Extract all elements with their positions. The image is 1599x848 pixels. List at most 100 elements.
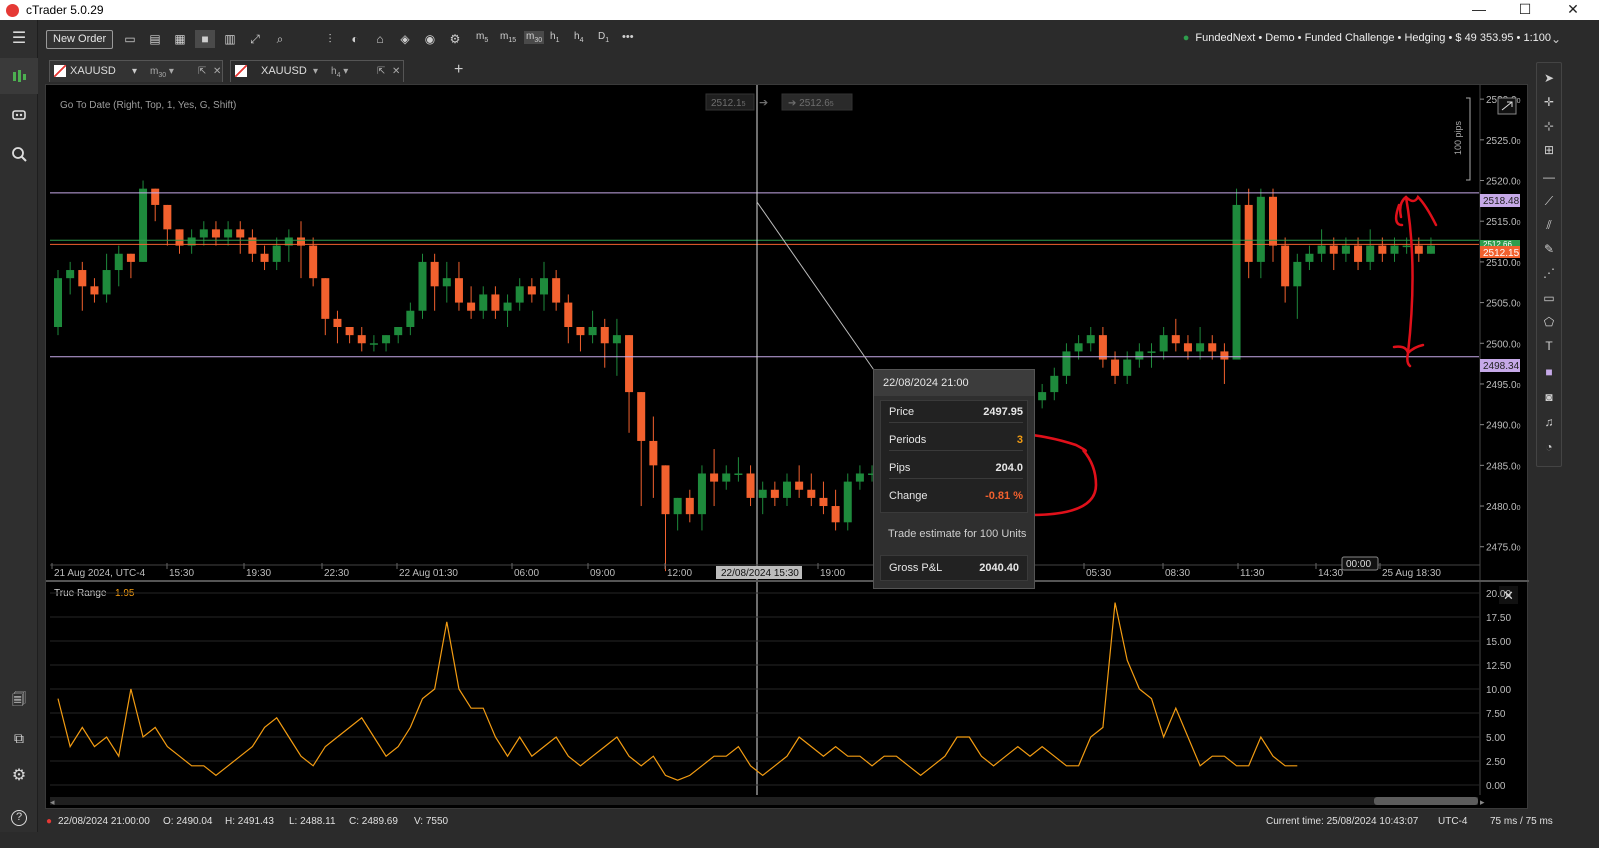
close-tab-icon[interactable]: ✕ <box>213 61 221 82</box>
scroll-left-icon[interactable]: ◂ <box>50 797 55 807</box>
settings-gear-icon[interactable]: ⚙ <box>445 30 465 48</box>
analyze-icon[interactable] <box>0 136 38 172</box>
pencil-icon[interactable]: ✎ <box>1537 242 1561 256</box>
bot-icon[interactable]: ⌂ <box>370 30 390 48</box>
camera-icon[interactable]: ◙ <box>1537 390 1561 404</box>
new-order-button[interactable]: New Order <box>46 30 114 49</box>
add-tab-button[interactable]: + <box>454 60 463 80</box>
fibonacci-icon[interactable]: ⋰ <box>1537 266 1561 280</box>
toolbar: New Order ▭ ▤ ▦ ■ ▥ ⤢ ⌕ ⫶ ◐ ⌂ ◈ ◉ ⚙ m5 m… <box>38 20 1599 58</box>
candle-body <box>369 343 378 345</box>
channel-icon[interactable]: ⫽ <box>1537 218 1561 233</box>
measure-icon[interactable]: ⊞ <box>1537 143 1561 157</box>
grid-icon[interactable]: ▦ <box>170 30 190 48</box>
bottom-strip <box>0 832 1599 848</box>
latency: 75 ms / 75 ms <box>1490 816 1553 827</box>
horizontal-scrollbar-thumb[interactable] <box>1374 797 1478 805</box>
close-tab-icon[interactable]: ✕ <box>392 61 400 82</box>
hline-upper-price: 2518.48 <box>1483 196 1520 207</box>
maximize-button[interactable]: ☐ <box>1502 0 1548 20</box>
menu-icon[interactable]: ☰ <box>0 21 38 57</box>
single-chart-icon[interactable]: ■ <box>195 30 215 48</box>
minimize-button[interactable]: — <box>1456 0 1502 20</box>
tab-xauusd-h4[interactable]: XAUUSD ▾ h4 ▾ ⇱ ✕ <box>230 60 404 82</box>
x-tick-label: 25 Aug 18:30 <box>1382 568 1441 579</box>
hline-icon[interactable]: — <box>1537 170 1561 184</box>
timeframe-m15[interactable]: m15 <box>500 31 516 44</box>
x-tick-label: 06:00 <box>514 568 539 579</box>
candle-body <box>758 489 767 498</box>
candle-body <box>795 481 804 490</box>
scale-bracket <box>1466 97 1471 181</box>
tooltip-price-row: Price 2497.95 <box>889 401 1023 423</box>
timeframe-m30[interactable]: m30 <box>524 31 545 44</box>
y-tick-main: 2510.0 <box>1486 258 1517 269</box>
help-icon[interactable]: ? <box>0 798 38 834</box>
horizontal-scrollbar-track[interactable] <box>50 797 1478 805</box>
candle-body <box>783 481 791 498</box>
account-info[interactable]: ● FundedNext • Demo • Funded Challenge • … <box>1183 32 1551 44</box>
measure-line[interactable] <box>756 201 877 374</box>
trade-icon[interactable] <box>0 58 38 94</box>
timeframe-h1[interactable]: h1 <box>550 31 559 44</box>
tab-xauusd-m30[interactable]: XAUUSD ▾ m30 ▾ ⇱ ✕ <box>49 60 223 82</box>
candle-body <box>697 473 706 515</box>
zoom-in-icon[interactable]: ⊹ <box>1537 119 1561 133</box>
timeframe-h4[interactable]: h4 <box>574 31 583 44</box>
zoom-icon[interactable]: ⤢ <box>245 30 265 48</box>
timeframe-m5[interactable]: m5 <box>476 31 488 44</box>
candle-body <box>734 473 743 475</box>
y-tick-main: 2520.0 <box>1486 177 1517 188</box>
eye-icon[interactable]: ◉ <box>420 30 440 48</box>
face-icon[interactable]: ◐ <box>345 30 365 48</box>
settings-icon[interactable]: ⚙ <box>0 758 38 794</box>
chart-canvas[interactable]: Go To Date (Right, Top, 1, Yes, G, Shift… <box>46 85 1529 810</box>
candle-body <box>807 489 816 498</box>
copy-icon[interactable]: ⧉ <box>0 720 38 756</box>
tab-timeframe[interactable]: h4 ▾ <box>331 61 348 86</box>
cursor-icon[interactable]: ➤ <box>1537 71 1561 85</box>
countdown: 00:00 <box>1346 559 1371 570</box>
candle-body <box>126 253 135 262</box>
tab-timeframe[interactable]: m30 ▾ <box>150 61 174 86</box>
search-icon[interactable]: ⌕ <box>270 30 290 48</box>
candle-body <box>770 489 779 498</box>
chart-type-icon[interactable]: ▭ <box>120 30 140 48</box>
crosshair-icon[interactable]: ✛ <box>1537 95 1561 109</box>
alert-icon[interactable]: ♫ <box>1537 415 1561 429</box>
split-chart-icon[interactable]: ▥ <box>220 30 240 48</box>
trendline-icon[interactable]: ⟋ <box>1537 194 1561 209</box>
candle-body <box>588 327 597 336</box>
candle-body <box>1123 359 1132 376</box>
color-icon[interactable]: ■ <box>1537 365 1561 379</box>
timezone[interactable]: UTC-4 <box>1438 816 1467 827</box>
indicators-icon[interactable]: ⫶ <box>320 30 340 48</box>
text-icon[interactable]: T <box>1537 339 1561 353</box>
indicator-tick-label: 20.00 <box>1486 589 1511 600</box>
candle-body <box>843 481 852 523</box>
chart-area[interactable]: Go To Date (Right, Top, 1, Yes, G, Shift… <box>45 84 1529 810</box>
y-tick-main: 2485.0 <box>1486 461 1517 472</box>
collapse-icon[interactable]: ⌄ <box>1546 30 1566 48</box>
algo-icon[interactable] <box>0 97 38 133</box>
tab-symbol-dropdown-icon[interactable]: ▾ <box>132 61 137 82</box>
more-button[interactable]: ••• <box>622 31 634 43</box>
status-high: H: 2491.43 <box>225 816 274 827</box>
calendar-icon[interactable]: 🗐 <box>0 681 38 717</box>
timeframe-d1[interactable]: D1 <box>598 31 609 44</box>
scroll-right-icon[interactable]: ▸ <box>1480 797 1485 807</box>
replay-icon[interactable]: ◔ <box>1537 440 1561 454</box>
y-tick-sub: 0 <box>1517 383 1521 390</box>
close-button[interactable]: ✕ <box>1550 0 1596 20</box>
status-dot-icon: ● <box>46 816 53 827</box>
layout-icon[interactable]: ▤ <box>145 30 165 48</box>
candle-body <box>90 286 99 295</box>
xauusd-symbol-icon <box>54 65 66 77</box>
rectangle-icon[interactable]: ▭ <box>1537 291 1561 305</box>
detach-icon[interactable]: ⇱ <box>377 61 385 82</box>
pattern-icon[interactable]: ⬠ <box>1537 315 1561 329</box>
tab-symbol-dropdown-icon[interactable]: ▾ <box>313 61 318 82</box>
timeframe-m5-sub: 5 <box>484 37 489 44</box>
detach-icon[interactable]: ⇱ <box>198 61 206 82</box>
layers-icon[interactable]: ◈ <box>395 30 415 48</box>
